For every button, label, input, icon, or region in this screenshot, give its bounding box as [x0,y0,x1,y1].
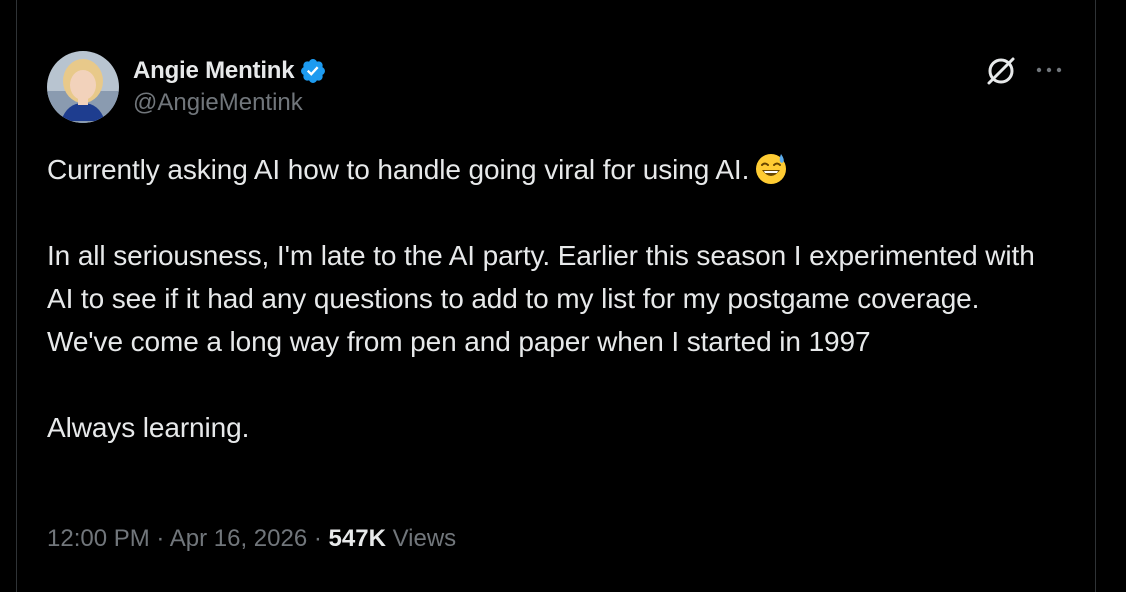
tweet-text: Currently asking AI how to handle going … [47,148,1057,449]
tweet-header: Angie Mentink @AngieMentink [47,51,327,123]
tweet-time[interactable]: 12:00 PM [47,525,150,552]
more-options-icon[interactable] [1034,60,1064,80]
meta-separator: · [313,525,322,552]
avatar[interactable] [47,51,119,123]
views-count[interactable]: 547K [329,525,386,552]
tweet-paragraph-2: In all seriousness, I'm late to the AI p… [47,240,1035,357]
name-row: Angie Mentink [133,57,327,85]
tweet-paragraph-3: Always learning. [47,412,250,443]
grinning-face-with-sweat-emoji [753,150,789,186]
tweet-line-1: Currently asking AI how to handle going … [47,148,1057,191]
tweet-date[interactable]: Apr 16, 2026 [170,525,307,552]
views-label: Views [392,525,457,552]
author-handle[interactable]: @AngieMentink [133,89,327,117]
author-display-name[interactable]: Angie Mentink [133,57,295,85]
tweet-line-1-text: Currently asking AI how to handle going … [47,154,750,185]
tweet-meta: 12:00 PM · Apr 16, 2026 · 547K Views [47,525,456,553]
author-names: Angie Mentink @AngieMentink [133,51,327,123]
meta-separator: · [156,525,165,552]
verified-badge-icon[interactable] [299,57,327,85]
grok-icon[interactable] [984,54,1018,88]
